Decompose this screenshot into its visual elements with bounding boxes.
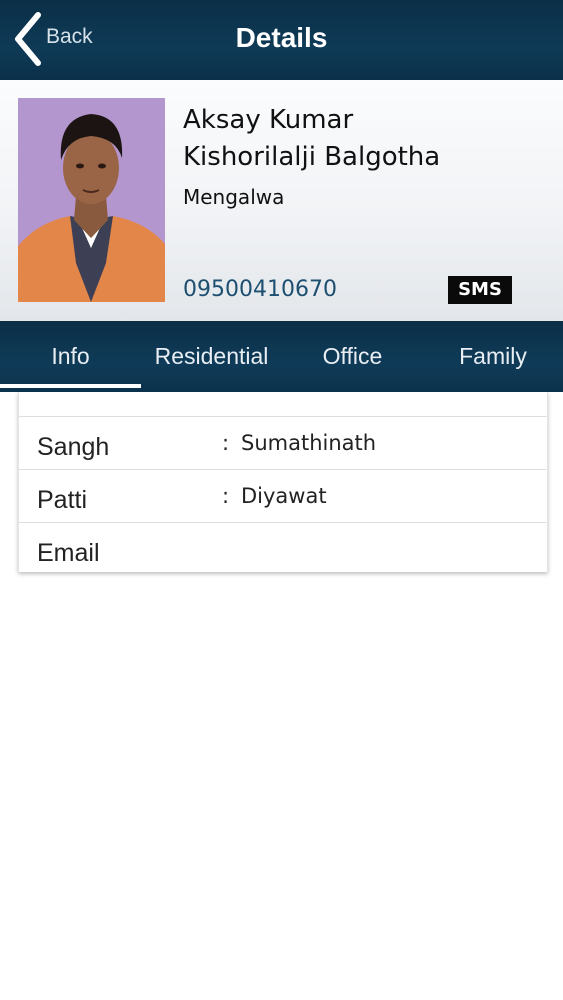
detail-row-patti: Patti : Diyawat <box>19 470 547 523</box>
details-table: Sangh : Sumathinath Patti : Diyawat Emai… <box>18 392 548 572</box>
avatar <box>18 98 165 302</box>
detail-label: Email <box>37 539 100 567</box>
detail-separator: : <box>222 431 230 455</box>
tab-residential-label: Residential <box>154 343 269 369</box>
person-name-line2: Kishorilalji Balgotha <box>183 142 441 172</box>
detail-separator: : <box>222 484 230 508</box>
details-table-header-spacer <box>19 392 547 417</box>
avatar-photo <box>18 98 165 302</box>
tab-info-label: Info <box>51 343 90 369</box>
detail-value: Diyawat <box>241 484 327 508</box>
tab-info[interactable]: Info <box>0 321 141 392</box>
detail-row-sangh: Sangh : Sumathinath <box>19 417 547 470</box>
page-title: Details <box>235 22 328 53</box>
tab-family-label: Family <box>459 343 527 369</box>
person-name-line1: Aksay Kumar <box>183 105 354 135</box>
detail-label: Patti <box>37 486 88 514</box>
detail-label: Sangh <box>37 433 110 461</box>
tab-bar: Info Residential Office Family <box>0 321 563 392</box>
phone-number-link[interactable]: 09500410670 <box>183 277 337 302</box>
navigation-bar: Back Details <box>0 0 563 80</box>
detail-row-email: Email <box>19 523 547 575</box>
tab-office[interactable]: Office <box>282 321 423 392</box>
profile-header: Aksay Kumar Kishorilalji Balgotha Mengal… <box>0 80 563 321</box>
active-tab-indicator <box>0 384 141 388</box>
tab-family[interactable]: Family <box>423 321 563 392</box>
sms-button[interactable]: SMS <box>448 276 512 304</box>
person-name: Aksay Kumar Kishorilalji Balgotha <box>183 102 543 176</box>
tab-office-label: Office <box>322 343 383 369</box>
tab-residential[interactable]: Residential <box>141 321 282 392</box>
person-place: Mengalwa <box>183 185 285 209</box>
detail-value: Sumathinath <box>241 431 377 455</box>
